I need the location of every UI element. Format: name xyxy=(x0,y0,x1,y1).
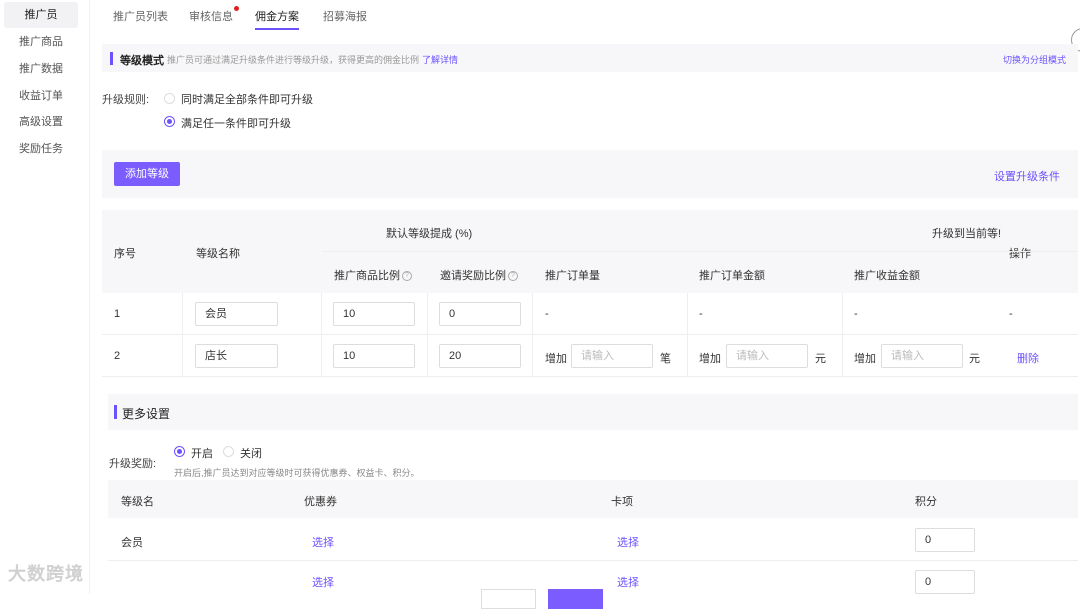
sidebar-item-orders[interactable]: 收益订单 xyxy=(4,83,78,109)
table-row: 1 会员 10 0 - - - - xyxy=(102,293,1078,335)
header-operation: 操作 xyxy=(1009,248,1031,260)
upgrade-rule-label: 升级规则: xyxy=(102,94,150,106)
tab-bar: 推广员列表 审核信息 佣金方案 招募海报 xyxy=(100,0,1080,32)
increase-label: 增加 xyxy=(699,353,721,365)
level-mode-bar: 等级模式 推广员可通过满足升级条件进行等级升级，获得更高的佣金比例 了解详情 切… xyxy=(102,44,1078,72)
unit-money-label: 元 xyxy=(969,353,980,365)
sidebar-item-advanced[interactable]: 高级设置 xyxy=(4,109,78,135)
sidebar-item-tasks[interactable]: 奖励任务 xyxy=(4,136,78,162)
order-count-value: - xyxy=(545,308,549,320)
header-income-amount: 推广收益金额 xyxy=(854,270,920,282)
invite-ratio-input[interactable]: 20 xyxy=(439,344,521,368)
unit-count-label: 笔 xyxy=(660,353,671,365)
header-index: 序号 xyxy=(114,248,136,260)
order-amount-input[interactable]: 请输入 xyxy=(726,344,808,368)
more-settings-bar: 更多设置 xyxy=(108,394,1078,430)
row-index: 1 xyxy=(114,308,121,320)
select-card-link[interactable]: 选择 xyxy=(617,574,639,590)
header-level: 等级名 xyxy=(121,496,154,508)
points-input[interactable]: 0 xyxy=(915,528,975,552)
tab-poster[interactable]: 招募海报 xyxy=(323,8,367,30)
reward-table-header: 等级名 优惠券 卡项 积分 xyxy=(108,480,1078,518)
points-input[interactable]: 0 xyxy=(915,570,975,594)
reward-level-name: 会员 xyxy=(121,537,143,549)
header-product-ratio: 推广商品比例? xyxy=(334,267,412,283)
income-amount-value: - xyxy=(854,308,858,320)
select-coupon-link[interactable]: 选择 xyxy=(312,534,334,550)
reward-on-label[interactable]: 开启 xyxy=(191,445,213,461)
select-coupon-link[interactable]: 选择 xyxy=(312,574,334,590)
operation-value: - xyxy=(1009,308,1013,320)
delete-link[interactable]: 删除 xyxy=(1017,350,1039,366)
reward-off-radio[interactable] xyxy=(223,446,234,457)
set-conditions-link[interactable]: 设置升级条件 xyxy=(994,168,1060,184)
row-index: 2 xyxy=(114,350,121,362)
invite-ratio-input[interactable]: 0 xyxy=(439,302,521,326)
add-level-button[interactable]: 添加等级 xyxy=(114,162,180,186)
order-amount-value: - xyxy=(699,308,703,320)
save-button[interactable] xyxy=(548,589,603,609)
sidebar-item-promoter[interactable]: 推广员 xyxy=(4,2,78,28)
sidebar: 推广员 推广商品 推广数据 收益订单 高级设置 奖励任务 xyxy=(0,0,90,594)
table-row: 会员 选择 选择 0 xyxy=(108,519,1078,561)
help-icon[interactable]: ? xyxy=(402,271,412,282)
tab-promoter-list[interactable]: 推广员列表 xyxy=(113,8,168,30)
switch-group-mode-link[interactable]: 切换为分组模式 xyxy=(1003,53,1066,66)
rule-any-radio[interactable] xyxy=(164,116,175,127)
section-marker xyxy=(114,405,117,419)
tab-review[interactable]: 审核信息 xyxy=(189,6,239,30)
header-coupon: 优惠券 xyxy=(304,496,337,508)
header-divider xyxy=(322,251,1078,252)
header-default-group: 默认等级提成 (%) xyxy=(386,228,473,240)
income-amount-input[interactable]: 请输入 xyxy=(881,344,963,368)
reward-on-radio[interactable] xyxy=(174,446,185,457)
reward-hint: 开启后,推广员达到对应等级时可获得优惠券、权益卡、积分。 xyxy=(174,468,420,478)
header-order-count: 推广订单量 xyxy=(545,270,600,282)
level-table-header: 序号 等级名称 默认等级提成 (%) 升级到当前等! 操作 推广商品比例? 邀请… xyxy=(102,210,1078,293)
reward-off-label[interactable]: 关闭 xyxy=(240,445,262,461)
increase-label: 增加 xyxy=(854,353,876,365)
product-ratio-input[interactable]: 10 xyxy=(333,344,415,368)
order-count-input[interactable]: 请输入 xyxy=(571,344,653,368)
table-row: 2 店长 10 20 增加 请输入 笔 增加 请输入 元 增加 请输入 元 删除 xyxy=(102,335,1078,377)
more-settings-title: 更多设置 xyxy=(122,407,171,421)
header-upgrade-group: 升级到当前等! xyxy=(932,228,1002,240)
upgrade-reward-label: 升级奖励: xyxy=(109,458,157,470)
product-ratio-input[interactable]: 10 xyxy=(333,302,415,326)
rule-any-label[interactable]: 满足任一条件即可升级 xyxy=(181,115,291,131)
level-action-bar: 添加等级 设置升级条件 xyxy=(102,150,1078,198)
section-marker xyxy=(110,52,113,65)
help-icon[interactable]: ? xyxy=(508,271,518,282)
rule-all-label[interactable]: 同时满足全部条件即可升级 xyxy=(181,91,313,107)
notification-badge xyxy=(234,6,239,11)
increase-label: 增加 xyxy=(545,353,567,365)
level-mode-desc: 推广员可通过满足升级条件进行等级升级，获得更高的佣金比例 xyxy=(167,55,420,65)
header-points: 积分 xyxy=(915,496,937,508)
sidebar-item-products[interactable]: 推广商品 xyxy=(4,29,78,55)
cancel-button[interactable] xyxy=(481,589,536,609)
header-order-amount: 推广订单金额 xyxy=(699,270,765,282)
header-card: 卡项 xyxy=(611,496,633,508)
sidebar-item-data[interactable]: 推广数据 xyxy=(4,56,78,82)
watermark-logo: 大数跨境 xyxy=(8,564,84,584)
learn-more-link[interactable]: 了解详情 xyxy=(422,53,458,66)
unit-money-label: 元 xyxy=(815,353,826,365)
select-card-link[interactable]: 选择 xyxy=(617,534,639,550)
tab-commission[interactable]: 佣金方案 xyxy=(255,8,299,30)
level-name-input[interactable]: 店长 xyxy=(195,344,278,368)
level-mode-title: 等级模式 xyxy=(120,55,164,67)
header-name: 等级名称 xyxy=(196,248,240,260)
header-invite-ratio: 邀请奖励比例? xyxy=(440,267,518,283)
level-name-input[interactable]: 会员 xyxy=(195,302,278,326)
rule-all-radio[interactable] xyxy=(164,93,175,104)
